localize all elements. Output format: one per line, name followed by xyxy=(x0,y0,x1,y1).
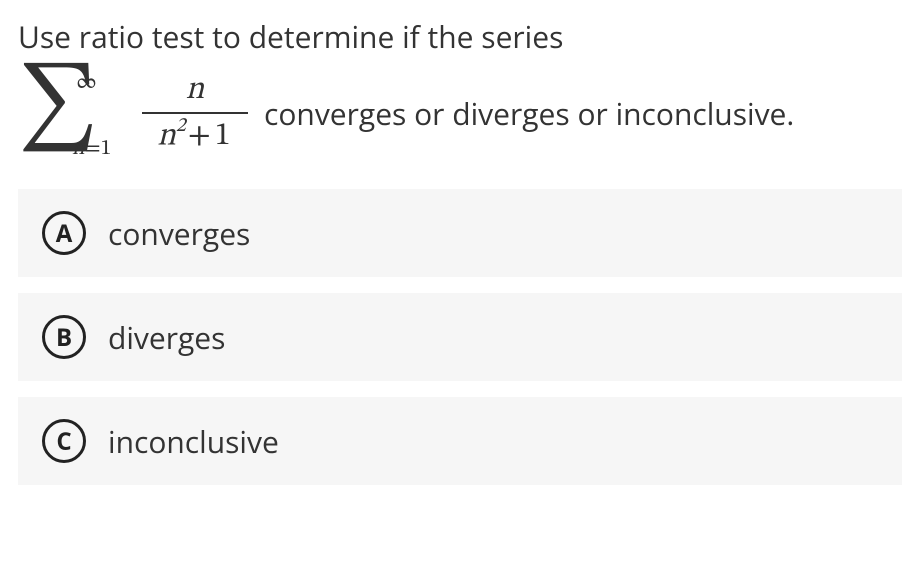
fraction-numerator: n xyxy=(182,70,208,112)
question-container: Use ratio test to determine if the serie… xyxy=(0,0,920,485)
den-exp: 2 xyxy=(176,116,186,136)
option-key-circle: A xyxy=(42,211,86,255)
question-intro: Use ratio test to determine if the serie… xyxy=(18,16,902,57)
option-a[interactable]: A converges xyxy=(18,189,902,277)
den-const: 1 xyxy=(213,120,233,152)
sigma-upper-bound: ∞ xyxy=(76,69,97,97)
sigma-lower-var: n xyxy=(72,138,85,160)
question-math-line: ∑ ∞ n=1 n n2+1 converges or diverges or … xyxy=(18,65,902,161)
den-var: n xyxy=(157,120,175,152)
option-label: diverges xyxy=(108,317,225,358)
options-list: A converges B diverges C inconclusive xyxy=(18,189,902,485)
option-b[interactable]: B diverges xyxy=(18,293,902,381)
option-key-circle: C xyxy=(42,419,86,463)
sigma-lower-bound: n=1 xyxy=(72,135,111,163)
question-tail: converges or diverges or inconclusive. xyxy=(264,93,794,134)
fraction-denominator: n2+1 xyxy=(153,114,236,157)
option-label: inconclusive xyxy=(108,421,279,462)
option-c[interactable]: C inconclusive xyxy=(18,397,902,485)
sigma-lower-eq: = xyxy=(85,138,101,160)
den-plus: + xyxy=(186,120,213,152)
option-key-circle: B xyxy=(42,315,86,359)
fraction: n n2+1 xyxy=(142,70,248,157)
sigma-symbol-wrap: ∑ ∞ n=1 xyxy=(18,65,78,161)
summation-expression: ∑ ∞ n=1 n n2+1 xyxy=(18,65,248,161)
option-label: converges xyxy=(108,213,250,254)
sigma-lower-val: 1 xyxy=(101,138,112,160)
